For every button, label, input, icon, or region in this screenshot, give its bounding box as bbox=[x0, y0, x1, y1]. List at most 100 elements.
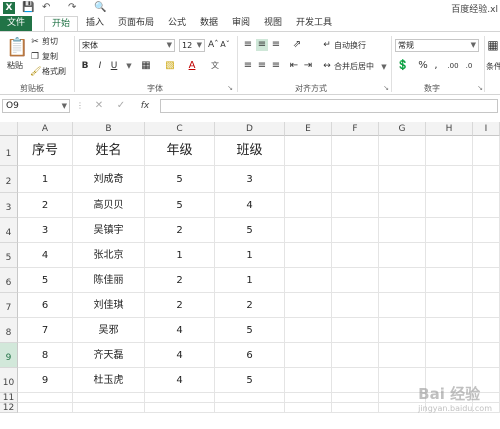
row-header[interactable]: 7 bbox=[0, 293, 18, 318]
table-cell[interactable]: 吴镇宇 bbox=[73, 218, 145, 243]
table-cell[interactable]: 2 bbox=[145, 293, 215, 318]
conditional-format-button[interactable]: 条件 bbox=[486, 61, 500, 72]
empty-cell[interactable] bbox=[473, 243, 500, 268]
empty-cell[interactable] bbox=[332, 268, 379, 293]
table-cell[interactable]: 5 bbox=[215, 368, 285, 393]
empty-cell[interactable] bbox=[332, 343, 379, 368]
empty-cell[interactable] bbox=[379, 166, 426, 193]
empty-cell[interactable] bbox=[285, 343, 332, 368]
table-cell[interactable]: 4 bbox=[215, 193, 285, 218]
enter-icon[interactable]: ✓ bbox=[116, 100, 126, 112]
font-size-select[interactable]: 12 ▼ bbox=[179, 39, 205, 52]
table-cell[interactable]: 吴邪 bbox=[73, 318, 145, 343]
empty-cell[interactable] bbox=[332, 136, 379, 166]
table-cell[interactable]: 4 bbox=[18, 243, 73, 268]
table-cell[interactable]: 高贝贝 bbox=[73, 193, 145, 218]
empty-cell[interactable] bbox=[473, 218, 500, 243]
empty-cell[interactable] bbox=[379, 343, 426, 368]
column-header[interactable]: G bbox=[379, 122, 426, 136]
empty-cell[interactable] bbox=[426, 243, 473, 268]
empty-cell[interactable] bbox=[379, 318, 426, 343]
table-header-cell[interactable]: 序号 bbox=[18, 136, 73, 166]
align-top-icon[interactable]: ≡ bbox=[242, 39, 254, 51]
empty-cell[interactable] bbox=[285, 193, 332, 218]
row-header[interactable]: 6 bbox=[0, 268, 18, 293]
tab-insert[interactable]: 插入 bbox=[82, 16, 108, 31]
table-cell[interactable]: 6 bbox=[18, 293, 73, 318]
empty-cell[interactable] bbox=[285, 243, 332, 268]
empty-cell[interactable] bbox=[473, 193, 500, 218]
wrap-text-button[interactable]: 自动换行 bbox=[334, 40, 366, 51]
formula-input[interactable] bbox=[160, 99, 498, 113]
font-color-icon[interactable]: A bbox=[186, 60, 198, 72]
empty-cell[interactable] bbox=[145, 393, 215, 403]
alignment-dialog-launcher-icon[interactable]: ↘ bbox=[382, 82, 390, 94]
align-middle-icon[interactable]: ≡ bbox=[256, 39, 268, 51]
increase-decimal-icon[interactable]: .00 bbox=[446, 60, 460, 72]
conditional-format-icon[interactable]: ▦ bbox=[486, 39, 500, 51]
table-cell[interactable]: 杜玉虎 bbox=[73, 368, 145, 393]
select-all-corner[interactable] bbox=[0, 122, 18, 136]
table-cell[interactable]: 1 bbox=[215, 268, 285, 293]
row-header[interactable]: 11 bbox=[0, 393, 18, 403]
empty-cell[interactable] bbox=[426, 218, 473, 243]
tab-file[interactable]: 文件 bbox=[0, 16, 32, 31]
empty-cell[interactable] bbox=[332, 166, 379, 193]
number-dialog-launcher-icon[interactable]: ↘ bbox=[476, 82, 484, 94]
decrease-decimal-icon[interactable]: .0 bbox=[462, 60, 476, 72]
empty-cell[interactable] bbox=[426, 136, 473, 166]
empty-cell[interactable] bbox=[426, 268, 473, 293]
table-header-cell[interactable]: 年级 bbox=[145, 136, 215, 166]
empty-cell[interactable] bbox=[473, 293, 500, 318]
empty-cell[interactable] bbox=[285, 393, 332, 403]
empty-cell[interactable] bbox=[426, 193, 473, 218]
table-cell[interactable]: 4 bbox=[145, 318, 215, 343]
row-header[interactable]: 4 bbox=[0, 218, 18, 243]
orientation-icon[interactable]: ⇗ bbox=[290, 39, 304, 51]
column-header[interactable]: E bbox=[285, 122, 332, 136]
empty-cell[interactable] bbox=[332, 393, 379, 403]
row-header[interactable]: 3 bbox=[0, 193, 18, 218]
cut-button[interactable]: 剪切 bbox=[42, 36, 58, 47]
copy-button[interactable]: 复制 bbox=[42, 51, 58, 62]
paste-button[interactable]: 粘贴 bbox=[7, 60, 23, 71]
empty-cell[interactable] bbox=[473, 318, 500, 343]
table-cell[interactable]: 陈佳丽 bbox=[73, 268, 145, 293]
chevron-down-icon[interactable]: ▼ bbox=[125, 60, 133, 72]
table-cell[interactable]: 3 bbox=[215, 166, 285, 193]
increase-font-icon[interactable]: Aˆ bbox=[208, 39, 219, 51]
format-painter-button[interactable]: 格式刷 bbox=[42, 66, 66, 77]
save-icon[interactable]: 💾 bbox=[22, 2, 34, 14]
font-dialog-launcher-icon[interactable]: ↘ bbox=[226, 82, 234, 94]
empty-cell[interactable] bbox=[332, 318, 379, 343]
name-box[interactable]: O9 ▼ bbox=[2, 99, 70, 113]
empty-cell[interactable] bbox=[473, 136, 500, 166]
tab-developer[interactable]: 开发工具 bbox=[292, 16, 336, 31]
column-header[interactable]: F bbox=[332, 122, 379, 136]
table-cell[interactable]: 6 bbox=[215, 343, 285, 368]
table-cell[interactable]: 刘佳琪 bbox=[73, 293, 145, 318]
table-cell[interactable]: 9 bbox=[18, 368, 73, 393]
table-cell[interactable]: 5 bbox=[215, 218, 285, 243]
column-header[interactable]: I bbox=[473, 122, 500, 136]
table-cell[interactable]: 1 bbox=[145, 243, 215, 268]
tab-view[interactable]: 视图 bbox=[260, 16, 286, 31]
align-center-icon[interactable]: ≡ bbox=[256, 60, 268, 72]
bold-button[interactable]: B bbox=[80, 60, 90, 72]
empty-cell[interactable] bbox=[426, 166, 473, 193]
empty-cell[interactable] bbox=[473, 166, 500, 193]
empty-cell[interactable] bbox=[426, 343, 473, 368]
border-icon[interactable]: ▦ bbox=[140, 60, 152, 72]
comma-button[interactable]: , bbox=[432, 60, 440, 72]
empty-cell[interactable] bbox=[285, 166, 332, 193]
increase-indent-icon[interactable]: ⇥ bbox=[302, 60, 314, 72]
empty-cell[interactable] bbox=[332, 368, 379, 393]
empty-cell[interactable] bbox=[285, 218, 332, 243]
table-cell[interactable]: 齐天磊 bbox=[73, 343, 145, 368]
table-cell[interactable]: 5 bbox=[18, 268, 73, 293]
table-cell[interactable]: 2 bbox=[145, 268, 215, 293]
column-header[interactable]: H bbox=[426, 122, 473, 136]
empty-cell[interactable] bbox=[73, 393, 145, 403]
table-header-cell[interactable]: 班级 bbox=[215, 136, 285, 166]
chevron-down-icon[interactable]: ▼ bbox=[380, 61, 388, 73]
